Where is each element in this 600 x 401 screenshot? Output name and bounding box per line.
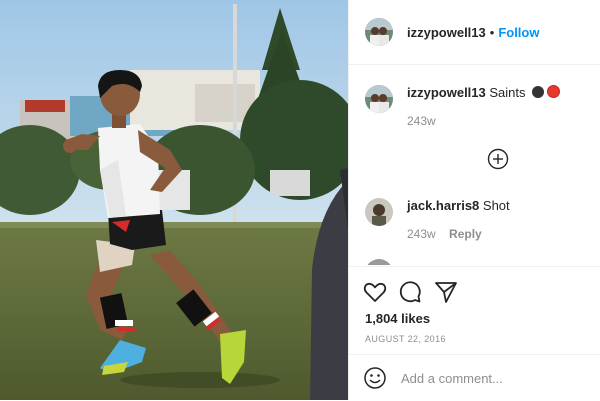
post-header: izzypowell13 • Follow: [349, 0, 600, 65]
comment-input[interactable]: [399, 369, 593, 387]
black-circle-emoji: [532, 86, 545, 98]
caption-body: Saints: [489, 85, 526, 100]
comment-meta: 243w Reply: [407, 227, 482, 241]
paper-plane-icon[interactable]: [433, 279, 459, 305]
caption-avatar[interactable]: [365, 85, 393, 113]
caption-text: izzypowell13 Saints: [407, 85, 561, 113]
caption-username[interactable]: izzypowell13: [407, 85, 486, 100]
post-photo: [0, 0, 348, 400]
commenter-avatar[interactable]: [365, 198, 393, 226]
photo-footballer-running: [0, 0, 348, 400]
post-actions: 1,804 likes AUGUST 22, 2016: [349, 266, 600, 355]
red-circle-emoji: [547, 85, 561, 98]
caption-row: izzypowell13 Saints: [365, 85, 561, 113]
likes-count[interactable]: 1,804 likes: [365, 311, 430, 326]
post-date: AUGUST 22, 2016: [365, 334, 446, 344]
follow-button[interactable]: Follow: [498, 25, 539, 40]
comment-row: jack.harris8 Shot: [365, 198, 510, 226]
next-comment-avatar: [365, 259, 393, 265]
plus-circle-icon[interactable]: [487, 148, 509, 170]
reply-button[interactable]: Reply: [449, 227, 482, 241]
author-avatar[interactable]: [365, 18, 393, 46]
comment-body: Shot: [482, 198, 510, 213]
comment-text: jack.harris8 Shot: [407, 198, 510, 226]
author-username[interactable]: izzypowell13: [407, 25, 486, 40]
speech-bubble-icon[interactable]: [397, 279, 423, 305]
separator-dot: •: [489, 24, 495, 40]
comment-age: 243w: [407, 227, 436, 241]
heart-icon[interactable]: [362, 279, 388, 305]
smiley-icon[interactable]: [363, 366, 387, 390]
post-side-panel: izzypowell13 • Follow izzypowell13 Saint…: [348, 0, 600, 400]
caption-age: 243w: [407, 114, 436, 128]
commenter-username[interactable]: jack.harris8: [407, 198, 479, 213]
comments-section[interactable]: izzypowell13 Saints 243w jack.harris8 Sh…: [349, 65, 600, 265]
add-comment-bar: [349, 354, 600, 401]
